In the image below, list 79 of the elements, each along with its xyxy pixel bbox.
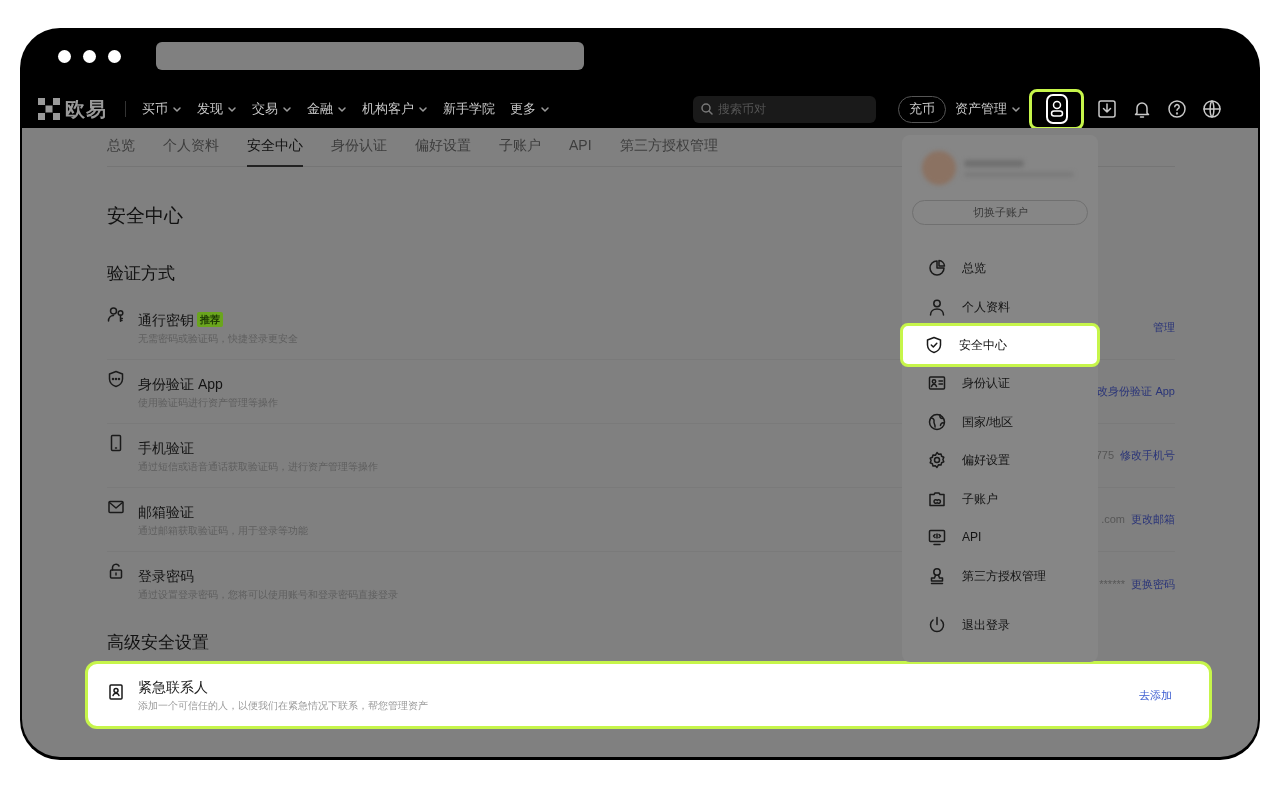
account-menu-item[interactable]: API: [912, 518, 1088, 557]
avatar: [922, 151, 956, 185]
bell-button[interactable]: [1132, 99, 1152, 119]
asset-management-menu[interactable]: 资产管理: [955, 99, 1021, 119]
contact-card-icon: [107, 683, 125, 701]
chevron-down-icon: [1011, 104, 1021, 114]
account-menu-item[interactable]: 安全中心: [900, 323, 1100, 367]
checker-logo-icon: [38, 98, 60, 120]
chevron-down-icon: [282, 104, 292, 114]
account-menu-item[interactable]: 总览: [912, 249, 1088, 288]
chevron-down-icon: [540, 104, 550, 114]
gear-icon: [928, 451, 946, 470]
chevron-down-icon: [418, 104, 428, 114]
action-link[interactable]: 改身份验证 App: [1097, 383, 1175, 400]
item-title: 手机验证: [138, 438, 194, 457]
tab[interactable]: API: [569, 135, 592, 167]
nav-menu-item[interactable]: 发现: [197, 99, 237, 119]
tab[interactable]: 偏好设置: [415, 135, 471, 167]
nav-menu-item[interactable]: 机构客户: [362, 99, 428, 119]
tab[interactable]: 安全中心: [247, 135, 303, 167]
code-monitor-icon: [928, 528, 946, 547]
account-menu-item[interactable]: 子账户: [912, 479, 1088, 518]
tab[interactable]: 子账户: [499, 135, 541, 167]
item-title: 紧急联系人: [138, 678, 208, 696]
action-link[interactable]: 去添加: [1139, 686, 1172, 704]
section-heading: 验证方式: [107, 263, 175, 285]
person-icon: [928, 297, 946, 316]
chevron-down-icon: [227, 104, 237, 114]
item-title: 通行密钥: [138, 310, 194, 329]
deposit-button[interactable]: 充币: [898, 95, 946, 123]
tab[interactable]: 个人资料: [163, 135, 219, 167]
nav-menu-item[interactable]: 新手学院: [443, 99, 495, 119]
tab[interactable]: 总览: [107, 135, 135, 167]
globe-button[interactable]: [1202, 99, 1222, 119]
action-link[interactable]: 管理: [1153, 319, 1175, 336]
passkey-icon: [107, 306, 125, 324]
section-heading: 高级安全设置: [107, 632, 209, 654]
account-menu-item[interactable]: 身份认证: [912, 364, 1088, 403]
nav-menu-item[interactable]: 买币: [142, 99, 182, 119]
envelope-icon: [107, 498, 125, 516]
page-title: 安全中心: [107, 204, 183, 228]
download-button[interactable]: [1097, 99, 1117, 119]
nav-menu-item[interactable]: 金融: [307, 99, 347, 119]
download-icon: [1097, 99, 1117, 119]
tab[interactable]: 身份认证: [331, 135, 387, 167]
action-link[interactable]: 更换密码: [1131, 575, 1175, 593]
masked-value: ******: [1099, 576, 1125, 592]
shield-icon: [107, 370, 125, 388]
account-menu-item[interactable]: 退出登录: [912, 606, 1088, 645]
help-button[interactable]: [1167, 99, 1187, 119]
user-icon: [1045, 94, 1068, 124]
nav-menu-item[interactable]: 交易: [252, 99, 292, 119]
help-icon: [1167, 99, 1187, 119]
search-field[interactable]: 搜索币对: [693, 95, 876, 123]
chevron-down-icon: [337, 104, 347, 114]
id-card-icon: [928, 374, 946, 393]
power-icon: [928, 616, 946, 635]
account-menu-item[interactable]: 第三方授权管理: [912, 556, 1088, 595]
recommended-badge: 推荐: [197, 312, 223, 327]
action-link[interactable]: 更改邮箱: [1131, 511, 1175, 528]
item-title: 邮箱验证: [138, 502, 194, 521]
shield-check-icon: [925, 336, 943, 354]
bell-icon: [1132, 99, 1152, 119]
account-menu-item[interactable]: 个人资料: [912, 287, 1088, 326]
globe-icon: [928, 412, 946, 431]
nav-menu-item[interactable]: 更多: [510, 99, 550, 119]
folder-link-icon: [928, 489, 946, 508]
item-title: 身份验证 App: [138, 374, 223, 393]
action-link[interactable]: 修改手机号: [1120, 447, 1175, 464]
logo-text[interactable]: 欧易: [65, 94, 107, 124]
pie-chart-icon: [928, 259, 946, 278]
search-icon: [701, 103, 713, 115]
item-title: 登录密码: [138, 567, 194, 585]
account-menu-item[interactable]: 偏好设置: [912, 441, 1088, 480]
account-menu-item[interactable]: 国家/地区: [912, 402, 1088, 441]
stamp-icon: [928, 566, 946, 585]
globe-icon: [1202, 99, 1222, 119]
chevron-down-icon: [172, 104, 182, 114]
padlock-icon: [107, 562, 125, 580]
